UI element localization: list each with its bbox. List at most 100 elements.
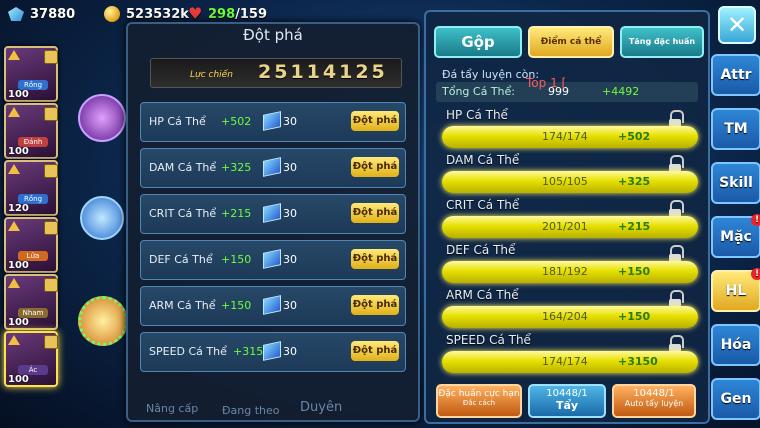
gem-value: 37880 — [30, 6, 76, 22]
side-tab-skill[interactable]: Skill — [711, 162, 760, 204]
nav-following[interactable]: Đang theo — [222, 404, 280, 417]
auto-wash-count: 10448/1 — [633, 388, 675, 399]
hero-level: 100 — [8, 374, 29, 385]
tab-individual-points[interactable]: Điểm cá thể — [528, 26, 614, 58]
skill-orb-icon[interactable] — [78, 94, 126, 142]
remaining-stones-label: Đá tẩy luyện còn: — [442, 68, 540, 81]
material-count: 30 — [283, 207, 297, 220]
lock-icon — [44, 107, 58, 121]
stamina-counter: ♥ 298 /159 — [188, 4, 267, 24]
team-slot-2[interactable]: Đánh 100 — [4, 103, 58, 159]
auto-wash-button[interactable]: 10448/1 Auto tẩy luyện — [612, 384, 696, 418]
stat-plus: +325 — [618, 175, 651, 188]
nav-upgrade[interactable]: Nâng cấp — [146, 402, 198, 415]
element-icon — [8, 278, 20, 288]
lock-icon[interactable] — [669, 290, 684, 307]
side-tab-hl[interactable]: HL ! — [711, 268, 760, 312]
lock-icon[interactable] — [669, 245, 684, 262]
material-count: 30 — [283, 253, 297, 266]
side-tab-tm[interactable]: TM — [711, 108, 760, 150]
gem-icon — [8, 7, 24, 21]
hero-level: 100 — [8, 260, 29, 271]
breakthrough-button[interactable]: Đột phá — [351, 249, 399, 269]
tab-special-training[interactable]: Tăng đặc huấn — [620, 26, 704, 58]
material-count: 30 — [283, 115, 297, 128]
power-value: 25114125 — [258, 61, 388, 83]
alert-badge-icon: ! — [751, 214, 760, 226]
auto-wash-label: Auto tẩy luyện — [624, 399, 684, 408]
element-icon — [8, 50, 20, 60]
breakthrough-button[interactable]: Đột phá — [351, 157, 399, 177]
lock-icon — [44, 50, 58, 64]
lock-icon[interactable] — [669, 335, 684, 352]
stat-bonus: +215 — [221, 207, 252, 220]
total-label: Tổng Cá Thể: — [442, 85, 515, 98]
stat-value: 181/192 — [542, 265, 588, 278]
stat-row-hp: HP Cá Thể +502 30 Đột phá — [140, 102, 406, 142]
stat-bar-speed: 174/174 +3150 — [442, 351, 698, 373]
stat-value: 105/105 — [542, 175, 588, 188]
stat-bar-crit: 201/201 +215 — [442, 216, 698, 238]
stat-value: 201/201 — [542, 220, 588, 233]
stat-row-speed: SPEED Cá Thể +3150 30 Đột phá — [140, 332, 406, 372]
book-icon — [263, 295, 281, 315]
stat-plus: +3150 — [618, 355, 658, 368]
gold-coin-icon — [104, 6, 120, 22]
side-tab-mac[interactable]: Mặc ! — [711, 214, 760, 258]
stat-label: ARM Cá Thể — [446, 288, 519, 302]
stat-bonus: +150 — [221, 253, 252, 266]
element-icon — [8, 107, 20, 117]
stat-plus: +502 — [618, 130, 651, 143]
breakthrough-button[interactable]: Đột phá — [351, 111, 399, 131]
book-icon — [263, 249, 281, 269]
team-slot-1[interactable]: Rồng 100 — [4, 46, 58, 102]
rank-label: Top 1 [ — [526, 76, 567, 90]
lock-icon — [44, 164, 58, 178]
material-count: 30 — [283, 345, 297, 358]
book-icon — [263, 111, 281, 131]
lock-icon[interactable] — [669, 110, 684, 127]
team-slot-4[interactable]: Lửa 100 — [4, 217, 58, 273]
side-tab-gen[interactable]: Gen — [711, 378, 760, 420]
element-icon — [8, 221, 20, 231]
breakthrough-button[interactable]: Đột phá — [351, 341, 399, 361]
stat-label: CRIT Cá Thể — [446, 198, 520, 212]
breakthrough-button[interactable]: Đột phá — [351, 295, 399, 315]
side-tab-hoa[interactable]: Hóa — [711, 324, 760, 366]
stat-label: SPEED Cá Thể — [446, 333, 531, 347]
close-button[interactable]: ✕ — [718, 6, 756, 44]
wash-label: Tẩy — [555, 399, 579, 412]
book-icon — [263, 203, 281, 223]
nav-bond[interactable]: Duyên — [300, 400, 342, 415]
stat-row-crit: CRIT Cá Thể +215 30 Đột phá — [140, 194, 406, 234]
stat-bar-hp: 174/174 +502 — [442, 126, 698, 148]
crest-icon[interactable] — [78, 296, 128, 346]
team-slot-3[interactable]: Rồng 120 — [4, 160, 58, 216]
special-training-sub: Đắc cách — [462, 399, 496, 407]
stat-label: HP Cá Thể — [446, 108, 508, 122]
lock-icon — [44, 221, 58, 235]
stat-bonus: +502 — [221, 115, 252, 128]
breakthrough-button[interactable]: Đột phá — [351, 203, 399, 223]
wash-button[interactable]: 10448/1 Tẩy — [528, 384, 606, 418]
stat-bar-dam: 105/105 +325 — [442, 171, 698, 193]
lock-icon[interactable] — [669, 155, 684, 172]
treasure-lock-icon[interactable] — [80, 196, 124, 240]
side-tab-attr[interactable]: Attr — [711, 54, 760, 96]
tab-merge[interactable]: Gộp — [434, 26, 522, 58]
close-x-icon: ✕ — [726, 11, 748, 39]
stat-name: CRIT Cá Thể — [149, 207, 217, 220]
stat-bonus: +150 — [221, 299, 252, 312]
stat-name: DEF Cá Thể — [149, 253, 213, 266]
material-count: 30 — [283, 161, 297, 174]
team-slot-5[interactable]: Nham 100 — [4, 274, 58, 330]
stat-plus: +215 — [618, 220, 651, 233]
breakthrough-panel: Đột phá Lực chiến 25114125 HP Cá Thể +50… — [126, 22, 420, 422]
stat-value: 164/204 — [542, 310, 588, 323]
special-training-button[interactable]: Đặc huấn cực hạn Đắc cách — [436, 384, 522, 418]
stat-bar-arm: 164/204 +150 — [442, 306, 698, 328]
lock-icon[interactable] — [669, 200, 684, 217]
stat-value: 174/174 — [542, 355, 588, 368]
hero-level: 120 — [8, 203, 29, 214]
team-slot-6[interactable]: Ác 100 — [4, 331, 58, 387]
